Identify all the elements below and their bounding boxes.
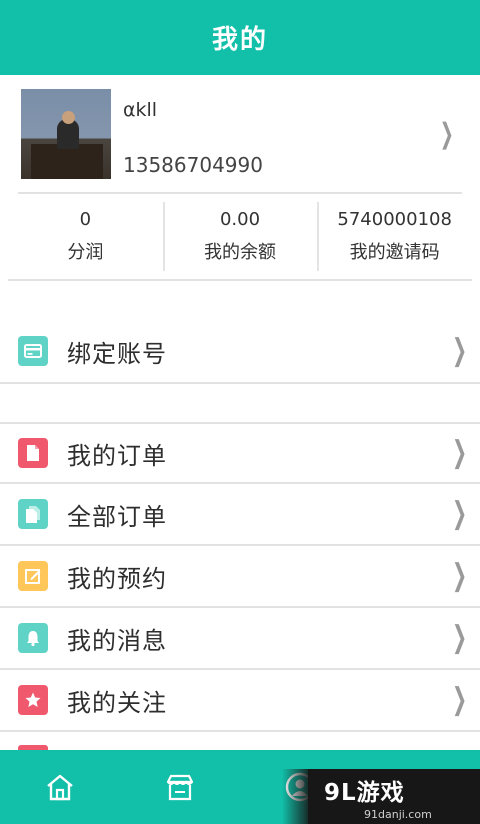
card-icon bbox=[18, 336, 48, 366]
stat-label: 我的余额 bbox=[204, 242, 276, 263]
menu-item-bind-account[interactable]: 绑定账号 ❯ bbox=[0, 320, 480, 384]
profile-info: αkll 13586704990 bbox=[123, 89, 435, 179]
stat-value: 0.00 bbox=[219, 209, 261, 230]
stat-value: 0 bbox=[79, 209, 92, 230]
menu-item-my-follows[interactable]: 我的关注 ❯ bbox=[0, 670, 480, 732]
avatar[interactable] bbox=[21, 88, 111, 179]
chevron-right-icon: ❯ bbox=[451, 682, 467, 717]
stat-value: 5740000108 bbox=[337, 209, 452, 230]
page-title: 我的 bbox=[211, 25, 268, 55]
stat-label: 分润 bbox=[67, 242, 104, 263]
stat-profit-share[interactable]: 0 分润 bbox=[8, 194, 163, 279]
watermark-url: 91danji.com bbox=[364, 807, 432, 821]
profile-name: αkll bbox=[123, 98, 158, 121]
stat-invite-code[interactable]: 5740000108 我的邀请码 bbox=[317, 194, 472, 279]
stats-row: 0 分润 0.00 我的余额 5740000108 我的邀请码 bbox=[8, 194, 472, 281]
tab-store[interactable] bbox=[120, 773, 240, 801]
watermark: 9L游戏 91danji.com bbox=[282, 769, 480, 824]
store-icon bbox=[166, 774, 194, 801]
menu-label: 我的预约 bbox=[67, 564, 167, 593]
profile-card[interactable]: αkll 13586704990 ❯ bbox=[0, 75, 480, 192]
profile-phone: 13586704990 bbox=[123, 152, 263, 177]
menu-label: 我的订单 bbox=[67, 441, 167, 470]
tab-home[interactable] bbox=[0, 773, 120, 801]
page-header: 我的 bbox=[0, 0, 480, 75]
star-icon bbox=[18, 685, 48, 715]
chevron-right-icon: ❯ bbox=[439, 116, 454, 150]
stat-label: 我的邀请码 bbox=[349, 242, 440, 263]
chevron-right-icon: ❯ bbox=[451, 558, 467, 593]
menu-label: 我的消息 bbox=[67, 626, 167, 655]
stat-balance[interactable]: 0.00 我的余额 bbox=[162, 194, 318, 279]
menu-item-my-appointments[interactable]: 我的预约 ❯ bbox=[0, 546, 480, 608]
menu-item-my-messages[interactable]: 我的消息 ❯ bbox=[0, 608, 480, 670]
chevron-right-icon: ❯ bbox=[451, 333, 467, 368]
menu-label: 全部订单 bbox=[67, 502, 167, 531]
watermark-logo: 9L游戏 bbox=[324, 779, 405, 806]
bell-icon bbox=[18, 623, 48, 653]
documents-icon bbox=[18, 499, 48, 529]
chevron-right-icon: ❯ bbox=[451, 435, 467, 470]
menu-item-my-orders[interactable]: 我的订单 ❯ bbox=[0, 422, 480, 484]
document-icon bbox=[18, 438, 48, 468]
home-icon bbox=[47, 774, 73, 801]
chevron-right-icon: ❯ bbox=[451, 496, 467, 531]
menu-label: 绑定账号 bbox=[67, 339, 167, 368]
chevron-right-icon: ❯ bbox=[451, 620, 467, 655]
menu-item-all-orders[interactable]: 全部订单 ❯ bbox=[0, 484, 480, 546]
edit-icon bbox=[18, 561, 48, 591]
menu-label: 我的关注 bbox=[67, 688, 167, 717]
